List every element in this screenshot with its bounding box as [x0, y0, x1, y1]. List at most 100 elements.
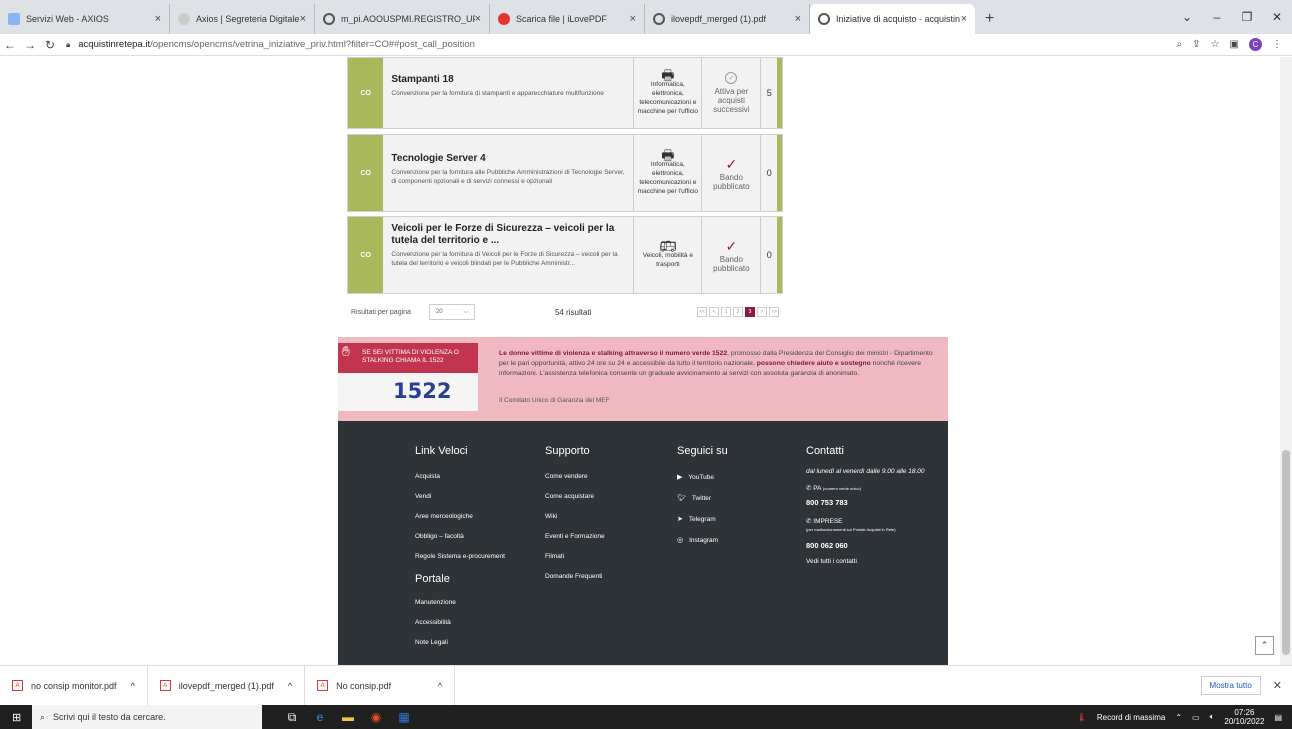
footer-link[interactable]: Regole Sistema e-procurement	[415, 553, 505, 560]
card-status: Bando pubblicato	[713, 254, 750, 273]
footer-link[interactable]: Come vendere	[545, 473, 605, 480]
close-icon[interactable]: ×	[630, 13, 636, 25]
globe-icon	[323, 13, 335, 25]
results-count: 54 risultati	[554, 307, 592, 317]
tray-weather-label[interactable]: Record di massima	[1097, 713, 1165, 722]
menu-icon[interactable]: ⋮	[1272, 39, 1282, 50]
footer-twitter-link[interactable]: 🐦︎ Twitter	[677, 494, 728, 503]
chevron-down-icon: ⌵	[463, 308, 468, 315]
page-last[interactable]: >>	[769, 307, 779, 317]
forward-icon[interactable]: →	[20, 38, 40, 52]
footer-instagram-link[interactable]: ◎ Instagram	[677, 536, 728, 545]
initiative-card[interactable]: CO Stampanti 18 Convenzione per la forni…	[347, 57, 783, 129]
tab-label: Axios | Segreteria Digitale	[196, 14, 300, 24]
download-bar: Ano consip monitor.pdf ^ Ailovepdf_merged…	[0, 665, 1292, 706]
footer-link[interactable]: Obbligo – facoltà	[415, 533, 505, 540]
chevron-up-icon[interactable]: ^	[288, 681, 292, 691]
initiative-card[interactable]: CO Veicoli per le Forze di Sicurezza – v…	[347, 216, 783, 294]
edge-icon[interactable]: e	[306, 710, 334, 724]
close-icon[interactable]: ×	[475, 13, 481, 25]
word-icon[interactable]: ▦	[390, 710, 418, 724]
page-next[interactable]: >	[757, 307, 767, 317]
page-first[interactable]: <<	[697, 307, 707, 317]
tab-axios-web[interactable]: Servizi Web - AXIOS ×	[0, 4, 170, 34]
footer-link[interactable]: Domande Frequenti	[545, 573, 605, 580]
tab-axios-segreteria[interactable]: Axios | Segreteria Digitale ×	[170, 4, 315, 34]
restore-icon[interactable]: ❐	[1232, 10, 1262, 24]
page-prev[interactable]: <	[709, 307, 719, 317]
page-1[interactable]: 1	[721, 307, 731, 317]
tab-iniziative[interactable]: Iniziative di acquisto - acquistin ×	[810, 4, 975, 34]
close-icon[interactable]: ×	[300, 13, 306, 25]
close-window-icon[interactable]: ✕	[1262, 10, 1292, 24]
download-item[interactable]: A No consip.pdf ^	[305, 665, 456, 706]
sidepanel-icon[interactable]: ▣	[1230, 39, 1239, 50]
card-title[interactable]: Veicoli per le Forze di Sicurezza – veic…	[391, 223, 625, 247]
footer-link[interactable]: Wiki	[545, 513, 605, 520]
file-explorer-icon[interactable]: ▬	[334, 710, 362, 724]
banner-1522-image[interactable]: ✋︎ SE SEI VITTIMA DI VIOLENZA O STALKING …	[338, 343, 478, 411]
clock-time[interactable]: 07:26	[1234, 708, 1254, 717]
contact-pa-number[interactable]: 800 753 783	[806, 498, 936, 507]
tab-registro[interactable]: m_pi.AOOUSPMI.REGISTRO_UFFI ×	[315, 4, 490, 34]
footer-link[interactable]: Vendi	[415, 493, 505, 500]
tab-ilovepdf[interactable]: Scarica file | iLovePDF ×	[490, 4, 645, 34]
footer-link[interactable]: Filmati	[545, 553, 605, 560]
share-icon[interactable]: ⇪	[1192, 39, 1200, 50]
avatar[interactable]: C	[1249, 38, 1262, 51]
tab-label: m_pi.AOOUSPMI.REGISTRO_UFFI	[341, 14, 475, 24]
card-title[interactable]: Tecnologie Server 4	[391, 153, 625, 165]
tab-merged-pdf[interactable]: ilovepdf_merged (1).pdf ×	[645, 4, 810, 34]
footer-link[interactable]: Aree merceologiche	[415, 513, 505, 520]
contact-all-link[interactable]: Vedi tutti i contatti	[806, 558, 936, 565]
initiative-card[interactable]: CO Tecnologie Server 4 Convenzione per l…	[347, 134, 783, 212]
star-icon[interactable]: ☆	[1211, 39, 1220, 50]
footer-link[interactable]: Acquista	[415, 473, 505, 480]
minimize-icon[interactable]: –	[1202, 10, 1232, 24]
footer-link[interactable]: Eventi e Formazione	[545, 533, 605, 540]
chevron-up-icon[interactable]: ^	[131, 681, 135, 691]
footer-heading-portale: Portale	[415, 573, 450, 585]
window-controls: ⌄ – ❐ ✕	[1172, 0, 1292, 34]
page-3[interactable]: 3	[745, 307, 755, 317]
footer-telegram-link[interactable]: ➤ Telegram	[677, 515, 728, 524]
footer-link[interactable]: Manutenzione	[415, 599, 505, 606]
reload-icon[interactable]: ↻	[40, 38, 60, 52]
zoom-icon[interactable]: ⌕	[1177, 39, 1183, 50]
footer-link[interactable]: Accessibilità	[415, 619, 505, 626]
clock-date[interactable]: 20/10/2022	[1224, 717, 1264, 726]
url-field[interactable]: acquistinretepa.it/opencms/opencms/vetri…	[78, 39, 475, 50]
card-status: Attiva per acquisti successivi	[713, 87, 750, 114]
lock-icon[interactable]: 🔒︎	[66, 40, 70, 50]
close-icon[interactable]: ×	[961, 13, 967, 25]
taskbar-search[interactable]: ⌕ Scrivi qui il testo da cercare.	[32, 705, 262, 729]
card-accent	[777, 135, 782, 211]
per-page-select[interactable]: 20 ⌵	[428, 304, 475, 320]
download-item[interactable]: Ano consip monitor.pdf ^	[0, 665, 148, 706]
network-icon[interactable]: ▭	[1192, 713, 1200, 722]
tray-chevron-icon[interactable]: ⌃	[1175, 713, 1182, 722]
close-icon[interactable]: ×	[155, 13, 161, 25]
volume-icon[interactable]: 🔈︎	[1210, 712, 1215, 722]
card-code: CO	[348, 135, 384, 211]
notification-icon[interactable]: ▤	[1274, 713, 1282, 722]
task-view-icon[interactable]: ⧉	[278, 710, 306, 725]
back-icon[interactable]: ←	[0, 38, 20, 52]
chrome-icon[interactable]: ◉	[362, 710, 390, 724]
scrollbar-thumb[interactable]	[1282, 450, 1290, 655]
download-item[interactable]: Ailovepdf_merged (1).pdf ^	[148, 665, 306, 706]
show-all-button[interactable]: Mostra tutto	[1200, 676, 1261, 695]
close-icon[interactable]: ✕	[1273, 679, 1282, 692]
page-2[interactable]: 2	[733, 307, 743, 317]
chevron-down-icon[interactable]: ⌄	[1172, 10, 1202, 24]
footer-link[interactable]: Note Legali	[415, 639, 505, 646]
scroll-top-button[interactable]: ⌃	[1255, 636, 1274, 655]
windows-start-icon[interactable]: ⊞	[12, 711, 21, 724]
contact-imp-number[interactable]: 800 062 060	[806, 541, 936, 550]
close-icon[interactable]: ×	[795, 13, 801, 25]
footer-link[interactable]: Come acquistare	[545, 493, 605, 500]
card-title[interactable]: Stampanti 18	[391, 74, 625, 86]
new-tab-button[interactable]: +	[975, 4, 1004, 34]
footer-youtube-link[interactable]: ▶︎ YouTube	[677, 473, 728, 482]
chevron-up-icon[interactable]: ^	[438, 681, 442, 691]
